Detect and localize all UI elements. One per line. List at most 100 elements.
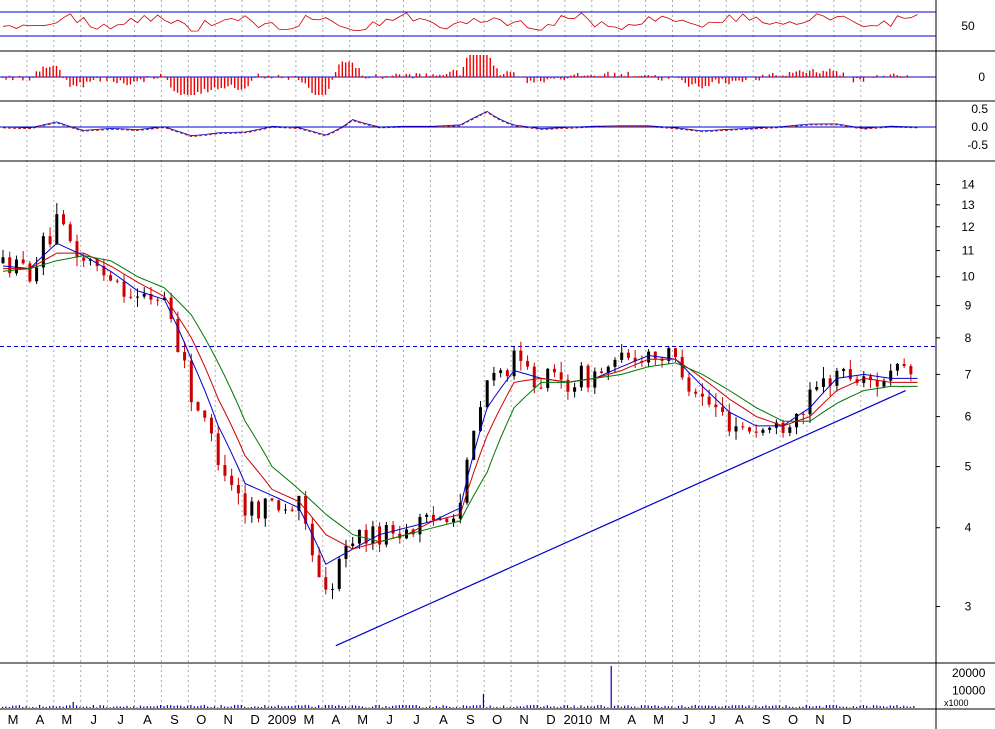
candle-body <box>445 518 449 523</box>
candle-body <box>183 352 187 361</box>
candle-body <box>55 214 59 245</box>
month-label: J <box>386 712 393 727</box>
volume-bar <box>361 706 363 708</box>
candle-body <box>781 422 785 433</box>
volume-bar <box>197 706 199 708</box>
month-label: N <box>815 712 824 727</box>
histogram-bar <box>630 76 633 77</box>
price-tick-label: 10 <box>961 270 975 284</box>
volume-bar <box>711 706 713 708</box>
candle-body <box>176 319 180 353</box>
histogram-bar <box>516 77 518 78</box>
month-label: J <box>709 712 716 727</box>
candle-body <box>700 393 704 397</box>
candle-body <box>519 350 523 361</box>
candle-body <box>862 376 866 383</box>
candle-body <box>129 296 133 298</box>
histogram-bar <box>220 77 222 88</box>
histogram-bar <box>758 77 760 81</box>
candle-body <box>768 427 772 430</box>
histogram-bar <box>143 77 145 83</box>
volume-bar <box>812 706 814 708</box>
histogram-bar <box>812 69 814 77</box>
histogram-bar <box>402 76 404 77</box>
volume-bar <box>291 706 293 708</box>
volume-bar <box>482 694 485 708</box>
volume-bar <box>798 706 801 708</box>
volume-bar <box>849 707 851 708</box>
volume-bar <box>49 706 51 708</box>
month-label: D <box>250 712 259 727</box>
volume-bar <box>99 705 101 708</box>
histogram-bar <box>862 77 865 82</box>
volume-bar <box>657 705 659 708</box>
histogram-bar <box>207 77 209 93</box>
histogram-bar <box>553 77 555 79</box>
histogram-bar <box>822 70 824 77</box>
histogram-bar <box>882 75 885 77</box>
histogram-bar <box>156 77 159 79</box>
volume-bar <box>287 705 290 708</box>
price-tick-label: 13 <box>961 198 975 212</box>
candle-body <box>687 377 691 392</box>
histogram-bar <box>119 77 122 81</box>
volume-bar <box>909 706 912 708</box>
histogram-bar <box>825 71 828 77</box>
volume-bar <box>381 707 384 708</box>
volume-bar <box>630 706 632 708</box>
volume-bar <box>311 706 313 708</box>
histogram-bar <box>466 57 468 77</box>
volume-bar <box>126 705 128 708</box>
histogram-bar <box>257 73 259 77</box>
candle-body <box>196 402 200 411</box>
histogram-bar <box>721 77 723 79</box>
month-label: D <box>842 712 851 727</box>
month-label: A <box>439 712 448 727</box>
volume-bar <box>247 707 249 708</box>
candle-body <box>808 389 812 415</box>
histogram-bar <box>788 71 791 77</box>
volume-bar <box>139 705 142 708</box>
volume-bar <box>489 705 491 708</box>
candle-body <box>485 380 489 408</box>
volume-bar <box>896 704 898 708</box>
candle-body <box>714 404 718 408</box>
volume-bar <box>274 706 276 708</box>
volume-bar <box>69 705 71 708</box>
volume-bar <box>240 704 242 708</box>
candle-body <box>653 351 657 359</box>
volume-bar <box>893 705 895 708</box>
volume-bar <box>903 705 905 708</box>
volume-bar <box>805 704 807 708</box>
candle-body <box>62 214 66 225</box>
histogram-bar <box>573 74 576 77</box>
histogram-bar <box>304 77 307 84</box>
histogram-bar <box>647 75 649 77</box>
volume-bar <box>613 705 616 708</box>
volume-bar <box>765 705 767 708</box>
histogram-bar <box>644 74 646 77</box>
histogram-bar <box>254 77 256 78</box>
month-label: O <box>492 712 502 727</box>
histogram-bar <box>45 67 48 77</box>
volume-bar <box>264 705 266 708</box>
volume-bar <box>721 706 723 708</box>
volume-bar <box>425 707 427 708</box>
histogram-bar <box>691 77 693 85</box>
histogram-bar <box>839 75 841 77</box>
candle-body <box>283 509 287 511</box>
histogram-bar <box>106 77 108 81</box>
histogram-bar <box>183 77 185 95</box>
candle-body <box>109 275 113 281</box>
histogram-bar <box>297 77 300 81</box>
histogram-bar <box>523 76 525 77</box>
histogram-bar <box>489 57 491 77</box>
histogram-bar <box>664 76 666 77</box>
price-tick-label: 9 <box>965 299 972 313</box>
histogram-bar <box>731 77 734 81</box>
histogram-bar <box>365 77 367 79</box>
volume-bar <box>32 706 34 708</box>
volume-bar <box>180 705 182 708</box>
histogram-bar <box>869 76 871 77</box>
month-label: J <box>682 712 689 727</box>
